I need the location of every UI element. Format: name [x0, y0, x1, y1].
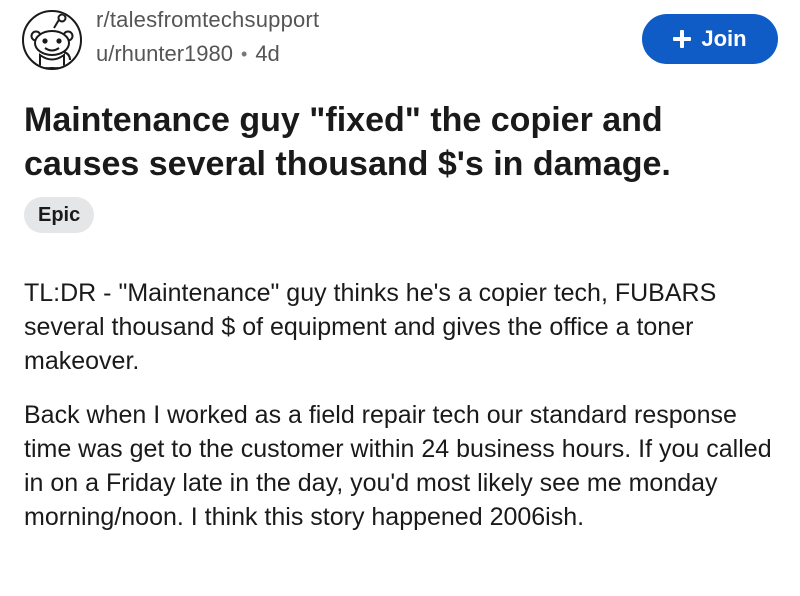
subreddit-link[interactable]: r/talesfromtechsupport [96, 6, 319, 34]
post-flair[interactable]: Epic [24, 197, 95, 233]
post-body: TL:DR - "Maintenance" guy thinks he's a … [24, 276, 784, 554]
subreddit-avatar[interactable] [22, 10, 82, 70]
post-header: r/talesfromtechsupport u/rhunter1980 • 4… [22, 4, 782, 76]
join-label: Join [701, 26, 747, 51]
post-meta: r/talesfromtechsupport u/rhunter1980 • 4… [96, 6, 319, 70]
author-line: u/rhunter1980 • 4d [96, 38, 319, 70]
join-button[interactable]: Join [642, 14, 778, 64]
post-title[interactable]: Maintenance guy "fixed" the copier and c… [24, 98, 784, 186]
plus-icon [673, 30, 692, 48]
post-age: 4d [255, 41, 280, 66]
post-paragraph: TL:DR - "Maintenance" guy thinks he's a … [24, 279, 717, 375]
meta-separator: • [241, 44, 248, 64]
reddit-snoo-icon [30, 13, 74, 68]
post-paragraph: Back when I worked as a field repair tec… [24, 401, 772, 531]
author-link[interactable]: u/rhunter1980 [96, 38, 233, 70]
